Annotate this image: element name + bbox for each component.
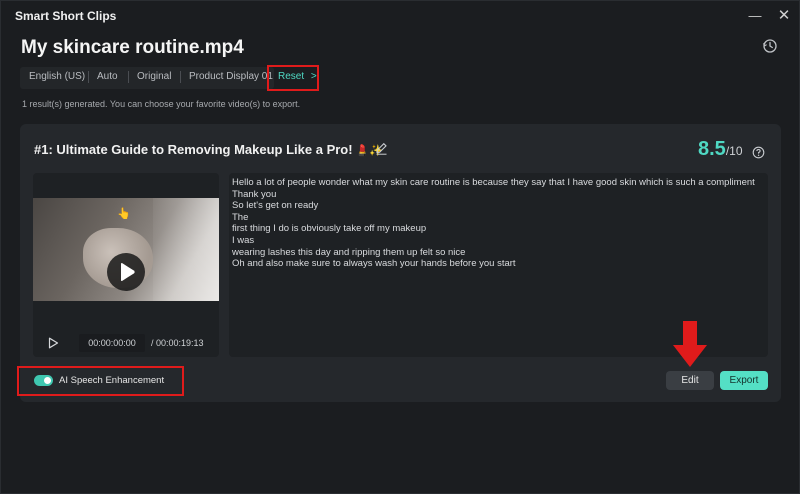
title-bar: Smart Short Clips — ✕ — [1, 1, 800, 31]
video-preview-panel: 👆 — [33, 173, 219, 357]
clip-title: #1: Ultimate Guide to Removing Makeup Li… — [34, 142, 383, 157]
settings-tag-bar: English (US) Auto Original Product Displ… — [20, 67, 274, 89]
play-icon — [121, 263, 135, 281]
tag-divider — [180, 71, 181, 83]
total-duration: / 00:00:19:13 — [151, 338, 204, 348]
help-icon[interactable] — [752, 146, 765, 159]
transcript-line: wearing lashes this day and ripping them… — [232, 246, 466, 258]
clip-title-text: #1: Ultimate Guide to Removing Makeup Li… — [34, 142, 353, 157]
close-button[interactable]: ✕ — [775, 7, 793, 25]
app-title: Smart Short Clips — [15, 9, 117, 23]
transcript-line: Thank you — [232, 188, 277, 200]
thumbnail-sink — [153, 198, 219, 301]
transcript-line: first thing I do is obviously take off m… — [232, 223, 427, 235]
tag-template: Product Display 01 — [189, 71, 273, 82]
transcript-line: Hello a lot of people wonder what my ski… — [232, 177, 755, 188]
red-arrow-down-icon — [673, 321, 707, 367]
history-icon[interactable] — [762, 38, 778, 54]
chevron-right-icon: > — [310, 71, 317, 82]
clip-score: 8.5/10 — [698, 138, 743, 161]
smart-short-clips-window: Smart Short Clips — ✕ My skincare routin… — [0, 0, 800, 494]
tag-aspect: Original — [137, 71, 172, 82]
tag-divider — [88, 71, 89, 83]
export-button[interactable]: Export — [720, 371, 768, 390]
minimize-button[interactable]: — — [746, 7, 764, 25]
transcript-line: Oh and also make sure to always wash you… — [232, 258, 516, 270]
play-button[interactable] — [47, 337, 59, 349]
tag-language: English (US) — [29, 71, 86, 82]
current-time-display: 00:00:00:00 — [79, 334, 145, 352]
toggle-knob — [44, 377, 51, 384]
score-denominator: /10 — [725, 144, 743, 158]
ai-speech-toggle[interactable] — [34, 375, 53, 386]
reset-button[interactable]: Reset > — [278, 71, 317, 82]
score-value: 8.5 — [698, 138, 726, 160]
transcript-line: The — [232, 211, 249, 223]
pencil-icon[interactable] — [375, 142, 388, 155]
transcript-line: I was — [232, 234, 255, 246]
play-overlay-button[interactable] — [107, 253, 145, 291]
file-title: My skincare routine.mp4 — [21, 37, 244, 58]
pointing-hand-emoji: 👆 — [117, 208, 131, 220]
transcript-line: So let's get on ready — [232, 200, 319, 212]
video-thumbnail[interactable]: 👆 — [33, 198, 219, 301]
tag-duration: Auto — [97, 71, 118, 82]
reset-label: Reset — [278, 71, 305, 82]
tag-divider — [128, 71, 129, 83]
result-info-text: 1 result(s) generated. You can choose yo… — [22, 99, 301, 109]
ai-speech-label: AI Speech Enhancement — [59, 375, 165, 386]
edit-button[interactable]: Edit — [666, 371, 714, 390]
